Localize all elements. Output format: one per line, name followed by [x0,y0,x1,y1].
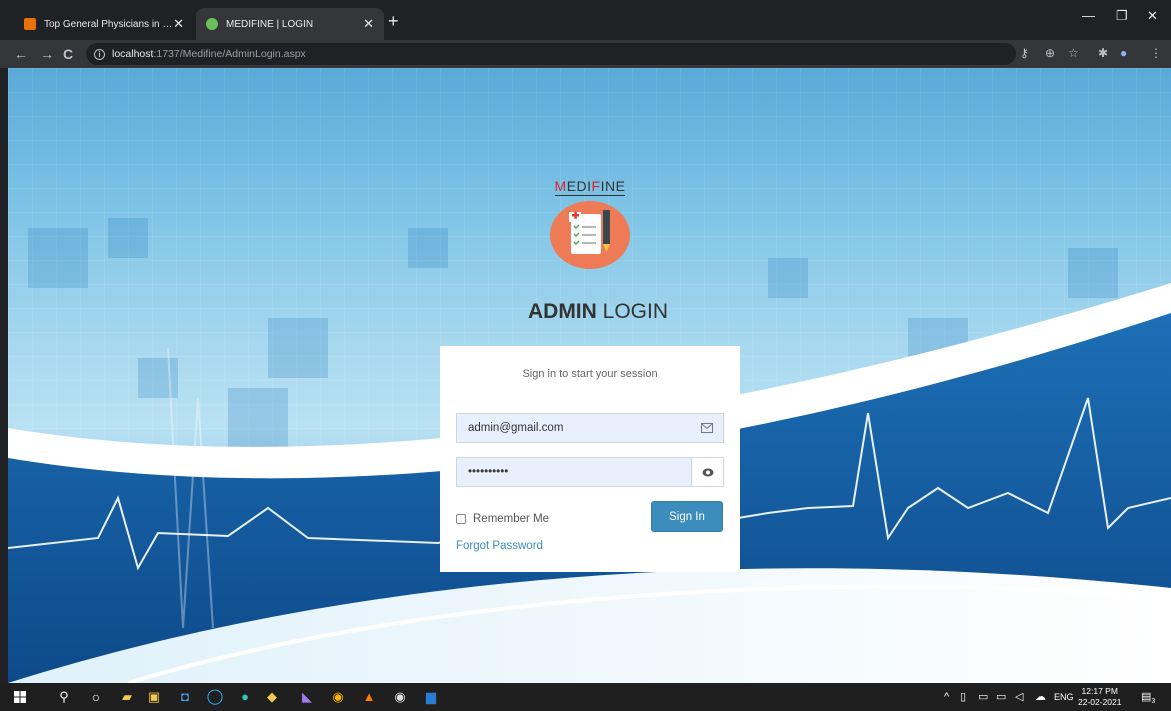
envelope-icon [691,414,723,442]
sign-in-button[interactable]: Sign In [651,501,723,532]
tab-physicians[interactable]: Top General Physicians in Sangli ✕ [14,8,194,40]
browser-tab-strip: Top General Physicians in Sangli ✕ MEDIF… [0,0,1171,40]
remember-me-label: Remember Me [473,513,550,525]
checkbox-icon[interactable] [456,514,466,524]
email-field [456,413,724,443]
notifications-icon[interactable]: ▤3 [1141,690,1155,709]
store-icon[interactable]: ▣ [146,689,162,705]
restore-icon[interactable]: ❐ [1116,8,1128,24]
back-icon[interactable]: ← [14,45,28,63]
tray-overflow-icon[interactable]: ^ [944,690,949,704]
notification-count: 3 [1151,698,1156,706]
site-favicon-icon [206,18,218,30]
site-favicon-icon [24,18,36,30]
medical-checklist-logo-icon [550,201,630,269]
email-input[interactable] [457,414,687,442]
site-info-icon[interactable]: i [94,48,105,60]
edge-icon[interactable]: ● [237,689,253,705]
password-input[interactable] [457,458,687,486]
login-box: Sign in to start your session Remember M… [440,346,740,572]
chrome-icon[interactable]: ◉ [330,689,346,705]
forward-icon[interactable]: → [40,45,54,63]
network-icon[interactable]: ▭ [978,690,988,704]
forgot-password-link[interactable]: Forgot Password [456,540,543,552]
clock-time: 12:17 PM [1081,686,1118,696]
profile-icon[interactable]: ● [1120,46,1127,60]
brand-logo-text: MEDIFINE [554,178,626,196]
cortana-ring-icon[interactable]: ◯ [207,689,224,705]
close-window-icon[interactable]: ✕ [1147,8,1158,24]
visual-studio-icon[interactable]: ◣ [299,689,315,705]
onedrive-cloud-icon[interactable]: ☁ [1035,690,1046,704]
bookmark-star-icon[interactable]: ☆ [1068,46,1079,60]
taskbar-clock[interactable]: 12:17 PM 22-02-2021 [1078,686,1121,708]
address-bar[interactable]: i localhost:1737/Medifine/AdminLogin.asp… [86,43,1016,65]
tab-label: MEDIFINE | LOGIN [226,18,314,30]
key-icon[interactable]: ⚷ [1020,46,1029,60]
clock-date: 22-02-2021 [1078,697,1122,707]
tab-medifine-login[interactable]: MEDIFINE | LOGIN ✕ [196,8,384,40]
display-icon[interactable]: ▭ [996,690,1006,704]
app-icon[interactable]: ◘ [177,689,193,705]
page-viewport: MEDIFINE ADMIN LOGIN Sign in to start yo… [8,68,1171,683]
tab-label: Top General Physicians in Sangli [44,18,176,30]
close-tab-icon[interactable]: ✕ [173,17,184,31]
new-tab-icon[interactable]: + [388,12,399,30]
page-title: ADMIN LOGIN [527,300,668,323]
brand-wordmark: MEDIFINE [548,178,632,196]
zoom-icon[interactable]: ⊕ [1045,46,1055,60]
remember-me-checkbox[interactable]: Remember Me [456,513,549,525]
media-player-icon[interactable]: ◉ [392,689,408,705]
language-indicator[interactable]: ENG [1054,690,1074,704]
password-field [456,457,724,487]
windows-start-icon[interactable] [12,689,28,705]
cortana-icon[interactable]: ○ [88,689,104,705]
url-host: localhost [112,48,154,60]
browser-toolbar: ← → C i localhost:1737/Medifine/AdminLog… [0,40,1171,68]
file-explorer-icon[interactable]: ▰ [119,689,135,705]
extensions-icon[interactable]: ✱ [1098,46,1108,60]
vlc-icon[interactable]: ▲ [361,689,377,705]
volume-icon[interactable]: ◁ [1015,690,1023,704]
show-password-eye-icon[interactable] [691,458,723,486]
minimize-icon[interactable]: — [1082,8,1095,23]
windows-taskbar: ⚲ ○ ▰ ▣ ◘ ◯ ● ◆ ◣ ◉ ▲ ◉ ▆ ^ ▯ ▭ ▭ ◁ ☁ EN… [0,683,1171,711]
close-tab-icon[interactable]: ✕ [363,17,374,31]
battery-icon[interactable]: ▯ [960,690,966,704]
url-path: :1737/Medifine/AdminLogin.aspx [153,48,306,60]
login-box-message: Sign in to start your session [522,368,658,380]
word-icon[interactable]: ▆ [423,689,439,705]
app-icon[interactable]: ◆ [264,689,280,705]
search-icon[interactable]: ⚲ [56,689,72,705]
reload-icon[interactable]: C [63,45,73,63]
menu-icon[interactable]: ⋮ [1150,46,1162,60]
